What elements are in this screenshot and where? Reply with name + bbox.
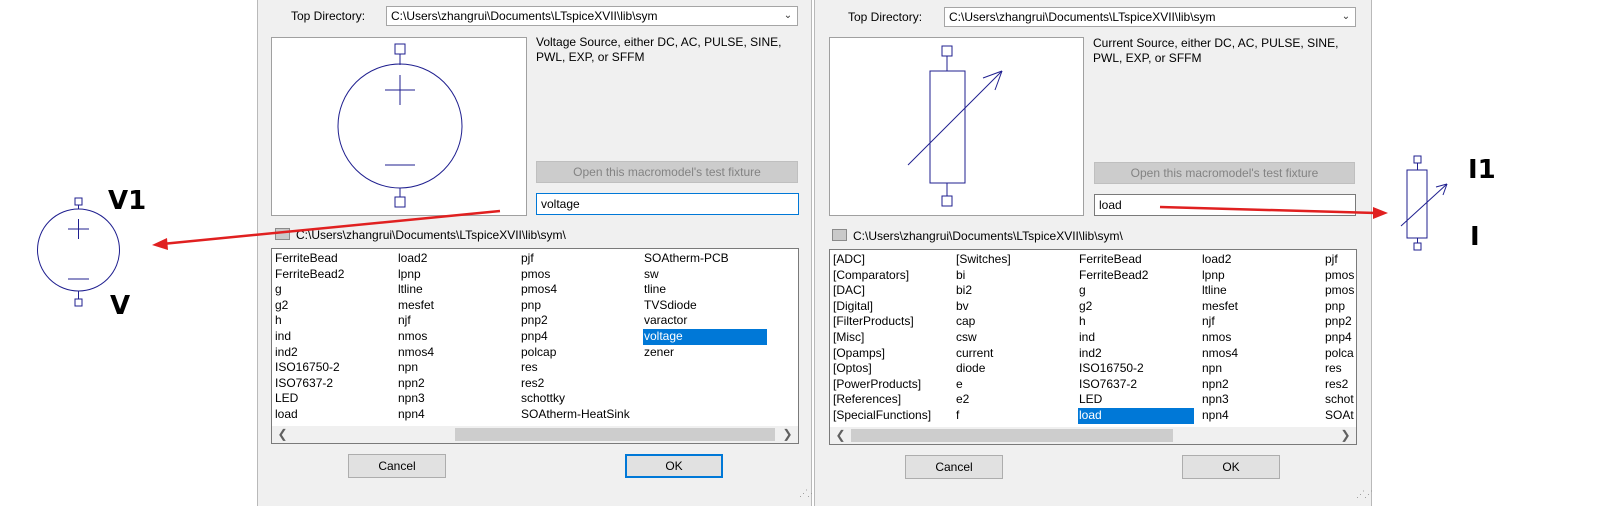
- arrow-to-current-symbol: [1159, 205, 1377, 215]
- arrow-head-left: [152, 238, 168, 250]
- annotation-arrows: [152, 205, 1388, 250]
- arrow-head-right: [1373, 207, 1388, 219]
- arrow-to-voltage-symbol: [161, 209, 501, 246]
